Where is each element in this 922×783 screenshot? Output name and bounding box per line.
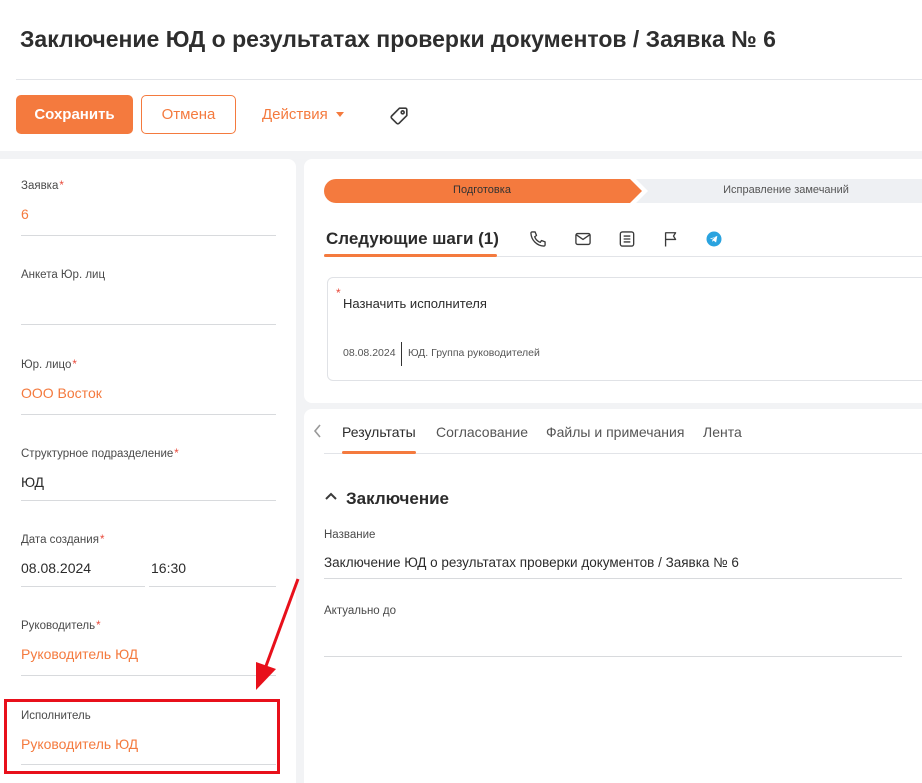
stage-next-label: Исправление замечаний: [723, 184, 849, 196]
required-mark: *: [99, 534, 105, 546]
details-panel: Результаты Согласование Файлы и примечан…: [304, 409, 922, 783]
required-mark: *: [336, 286, 341, 300]
mail-icon[interactable]: [573, 229, 593, 249]
stage-next[interactable]: Исправление замечаний: [636, 179, 922, 203]
field-legal-questionnaire-label: Анкета Юр. лиц: [21, 269, 106, 281]
field-underline: [149, 586, 276, 587]
required-mark: *: [96, 620, 101, 632]
telegram-icon[interactable]: [704, 229, 724, 249]
tab-files-notes[interactable]: Файлы и примечания: [546, 424, 684, 440]
field-legal-entity-label: Юр. лицо: [21, 359, 72, 371]
caret-down-icon: [335, 112, 344, 117]
save-button[interactable]: Сохранить: [16, 95, 133, 134]
section-title: Заключение: [346, 489, 449, 508]
chevron-up-icon[interactable]: [324, 491, 338, 501]
field-name-value[interactable]: Заключение ЮД о результатах проверки док…: [324, 555, 739, 570]
field-created-date: Дата создания* 08.08.2024 16:30: [21, 534, 276, 587]
field-request-label: Заявка: [21, 180, 59, 192]
next-steps-tab[interactable]: Следующие шаги (1): [326, 229, 499, 249]
field-underline: [21, 324, 276, 325]
field-department-value[interactable]: ЮД: [21, 474, 44, 490]
date-input[interactable]: 08.08.2024: [21, 560, 91, 576]
field-underline: [21, 235, 276, 236]
annotation-highlight-box: [4, 699, 280, 774]
field-underline: [324, 578, 902, 579]
field-valid-until-label: Актуально до: [324, 605, 396, 617]
field-request[interactable]: Заявка* 6: [21, 180, 276, 236]
flag-icon[interactable]: [661, 229, 681, 249]
next-steps-underline: [324, 254, 497, 257]
actions-label: Действия: [262, 106, 328, 123]
field-underline: [21, 500, 276, 501]
field-valid-until[interactable]: Актуально до: [324, 605, 902, 657]
required-mark: *: [174, 448, 179, 460]
field-request-value[interactable]: 6: [21, 206, 29, 222]
next-steps-panel: Подготовка Исправление замечаний Следующ…: [304, 159, 922, 403]
field-underline: [21, 414, 276, 415]
field-underline: [324, 656, 902, 657]
page-title: Заключение ЮД о результатах проверки док…: [20, 26, 776, 52]
field-manager-value[interactable]: Руководитель ЮД: [21, 646, 138, 662]
actions-dropdown[interactable]: Действия: [262, 106, 344, 123]
field-underline: [21, 675, 276, 676]
stage-active[interactable]: Подготовка: [324, 179, 642, 203]
tag-icon[interactable]: [388, 105, 410, 127]
field-name-label: Название: [324, 529, 376, 541]
field-underline: [21, 586, 145, 587]
time-input[interactable]: 16:30: [151, 560, 186, 576]
required-mark: *: [59, 180, 64, 192]
field-name[interactable]: Название Заключение ЮД о результатах про…: [324, 529, 902, 579]
task-card[interactable]: * Назначить исполнителя 08.08.2024 ЮД. Г…: [327, 277, 922, 381]
task-date: 08.08.2024: [343, 347, 396, 359]
task-group: ЮД. Группа руководителей: [408, 347, 540, 359]
field-department[interactable]: Структурное подразделение* ЮД: [21, 448, 276, 501]
phone-icon[interactable]: [528, 229, 548, 249]
page-header: Заключение ЮД о результатах проверки док…: [0, 0, 922, 151]
tab-active-underline: [342, 451, 416, 454]
cancel-button[interactable]: Отмена: [141, 95, 236, 134]
field-created-date-label: Дата создания: [21, 534, 99, 546]
field-manager-label: Руководитель: [21, 620, 96, 632]
field-legal-entity-value[interactable]: ООО Восток: [21, 385, 102, 401]
chevron-left-icon[interactable]: [312, 423, 324, 439]
tab-results[interactable]: Результаты: [342, 424, 416, 440]
task-separator: [401, 342, 402, 366]
field-legal-questionnaire[interactable]: Анкета Юр. лиц: [21, 269, 276, 325]
header-divider: [16, 79, 922, 80]
required-mark: *: [72, 359, 77, 371]
field-manager[interactable]: Руководитель* Руководитель ЮД: [21, 620, 276, 676]
tab-feed[interactable]: Лента: [703, 424, 742, 440]
task-title: Назначить исполнителя: [343, 296, 487, 311]
field-legal-entity[interactable]: Юр. лицо* ООО Восток: [21, 359, 276, 415]
stage-active-label: Подготовка: [453, 184, 511, 196]
document-icon[interactable]: [617, 229, 637, 249]
tab-approval[interactable]: Согласование: [436, 424, 528, 440]
left-form-panel: Заявка* 6 Анкета Юр. лиц Юр. лицо* ООО В…: [0, 159, 296, 783]
field-department-label: Структурное подразделение: [21, 448, 174, 460]
